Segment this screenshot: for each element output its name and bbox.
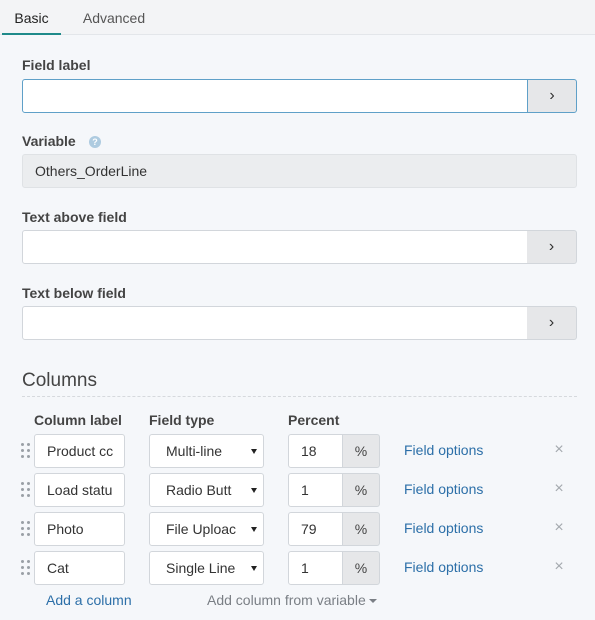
field-options-link[interactable]: Field options [404,559,483,575]
caret-down-icon [251,449,257,454]
text-above-heading: Text above field [22,209,127,225]
field-label-heading: Field label [22,57,91,73]
field-label-expand-button[interactable]: › [527,79,577,113]
chevron-right-icon: › [549,87,555,104]
section-divider [22,396,577,397]
field-options-link[interactable]: Field options [404,520,483,536]
text-above-expand-button[interactable]: › [527,230,577,264]
percent-input[interactable]: 18 [288,434,343,468]
drag-handle-icon[interactable] [21,560,31,576]
caret-down-icon [251,488,257,493]
percent-unit: % [342,512,380,546]
field-type-select[interactable]: Single Line [149,551,264,585]
column-label-input[interactable]: Product cc [34,434,125,468]
field-type-value: Multi-line [166,443,223,459]
percent-input[interactable]: 79 [288,512,343,546]
column-row: Product cc Multi-line 18 % Field options… [0,434,595,468]
drag-handle-icon[interactable] [21,482,31,498]
percent-unit: % [342,551,380,585]
chevron-right-icon: › [548,238,555,255]
remove-icon[interactable]: × [552,519,566,537]
percent-input[interactable]: 1 [288,551,343,585]
chevron-right-icon: › [548,314,555,331]
variable-heading: Variable [22,133,76,149]
add-column-link[interactable]: Add a column [46,592,132,608]
percent-unit: % [342,473,380,507]
percent-input[interactable]: 1 [288,473,343,507]
caret-down-icon [251,527,257,532]
column-label-input[interactable]: Cat [34,551,125,585]
tab-basic-label: Basic [14,10,49,26]
tab-advanced[interactable]: Advanced [75,0,153,35]
field-type-value: File Uploac [166,521,237,537]
variable-value: Others_OrderLine [22,154,577,188]
field-type-select[interactable]: File Uploac [149,512,264,546]
field-options-link[interactable]: Field options [404,481,483,497]
field-type-select[interactable]: Radio Butt [149,473,264,507]
column-label-input[interactable]: Load statu [34,473,125,507]
field-label-input[interactable] [22,79,528,113]
column-row: Cat Single Line 1 % Field options × [0,551,595,585]
column-label-input[interactable]: Photo [34,512,125,546]
text-below-input[interactable] [22,306,528,340]
caret-down-icon [368,599,377,604]
tab-basic[interactable]: Basic [2,0,61,36]
remove-icon[interactable]: × [552,441,566,459]
tab-advanced-label: Advanced [82,10,146,26]
field-type-select[interactable]: Multi-line [149,434,264,468]
add-column-from-variable-label: Add column from variable [207,592,366,608]
caret-down-icon [251,566,257,571]
percent-header: Percent [288,412,340,428]
text-below-expand-button[interactable]: › [527,306,577,340]
help-icon[interactable]: ? [89,136,101,148]
drag-handle-icon[interactable] [21,443,31,459]
percent-unit: % [342,434,380,468]
field-type-value: Radio Butt [166,482,232,498]
tab-bar: Basic Advanced [0,0,595,36]
remove-icon[interactable]: × [552,558,566,576]
drag-handle-icon[interactable] [21,521,31,537]
column-row: Load statu Radio Butt 1 % Field options … [0,473,595,507]
field-type-header: Field type [149,412,215,428]
basic-panel: Field label › Variable ? Others_OrderLin… [0,35,595,620]
field-options-link[interactable]: Field options [404,442,483,458]
remove-icon[interactable]: × [552,480,566,498]
text-below-heading: Text below field [22,285,126,301]
column-label-header: Column label [34,412,122,428]
add-column-from-variable-dropdown[interactable]: Add column from variable [207,592,377,608]
column-row: Photo File Uploac 79 % Field options × [0,512,595,546]
field-type-value: Single Line [166,560,236,576]
text-above-input[interactable] [22,230,528,264]
columns-section-title: Columns [22,370,97,391]
